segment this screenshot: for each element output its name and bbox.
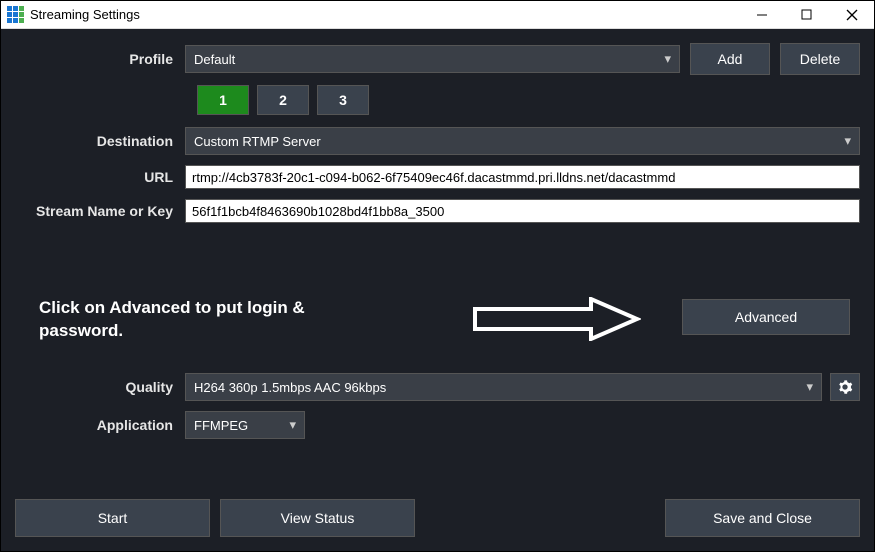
application-row: Application FFMPEG ▾ [15,411,860,439]
quality-label: Quality [15,379,185,395]
app-icon [7,6,24,23]
footer: Start View Status Save and Close [15,499,860,537]
tab-2[interactable]: 2 [257,85,309,115]
chevron-down-icon: ▾ [844,133,851,149]
window: Streaming Settings Profile Default ▾ Add… [0,0,875,552]
destination-select[interactable]: Custom RTMP Server ▾ [185,127,860,155]
profile-row: Profile Default ▾ Add Delete [15,43,860,75]
tab-3[interactable]: 3 [317,85,369,115]
advanced-button[interactable]: Advanced [682,299,850,335]
window-title: Streaming Settings [30,7,739,22]
titlebar: Streaming Settings [1,1,874,29]
application-label: Application [15,417,185,433]
close-button[interactable] [829,1,874,28]
stream-key-input[interactable]: 56f1f1bcb4f8463690b1028bd4f1bb8a_3500 [185,199,860,223]
maximize-icon [801,9,812,20]
gear-icon [837,379,853,395]
url-row: URL rtmp://4cb3783f-20c1-c094-b062-6f754… [15,165,860,189]
content-area: Profile Default ▾ Add Delete 1 2 3 Desti… [1,29,874,551]
save-and-close-button[interactable]: Save and Close [665,499,860,537]
quality-select[interactable]: H264 360p 1.5mbps AAC 96kbps ▾ [185,373,822,401]
profile-label: Profile [15,51,185,67]
footer-spacer [425,499,655,537]
minimize-button[interactable] [739,1,784,28]
application-select[interactable]: FFMPEG ▾ [185,411,305,439]
destination-label: Destination [15,133,185,149]
quality-row: Quality H264 360p 1.5mbps AAC 96kbps ▾ [15,373,860,401]
url-input[interactable]: rtmp://4cb3783f-20c1-c094-b062-6f75409ec… [185,165,860,189]
chevron-down-icon: ▾ [806,379,813,395]
view-status-button[interactable]: View Status [220,499,415,537]
application-selected: FFMPEG [194,418,248,433]
maximize-button[interactable] [784,1,829,28]
quality-settings-button[interactable] [830,373,860,401]
quality-selected: H264 360p 1.5mbps AAC 96kbps [194,380,386,395]
add-button[interactable]: Add [690,43,770,75]
stream-key-label: Stream Name or Key [15,203,185,219]
stream-key-row: Stream Name or Key 56f1f1bcb4f8463690b10… [15,199,860,223]
close-icon [846,9,858,21]
profile-selected: Default [194,52,235,67]
tab-1[interactable]: 1 [197,85,249,115]
start-button[interactable]: Start [15,499,210,537]
minimize-icon [756,9,768,21]
destination-row: Destination Custom RTMP Server ▾ [15,127,860,155]
url-label: URL [15,169,185,185]
chevron-down-icon: ▾ [664,51,671,67]
destination-selected: Custom RTMP Server [194,134,321,149]
chevron-down-icon: ▾ [289,417,296,433]
arrow-icon [471,297,641,341]
profile-select[interactable]: Default ▾ [185,45,680,73]
window-controls [739,1,874,28]
delete-button[interactable]: Delete [780,43,860,75]
annotation-text: Click on Advanced to put login & passwor… [39,297,359,343]
tab-row: 1 2 3 [197,85,860,115]
